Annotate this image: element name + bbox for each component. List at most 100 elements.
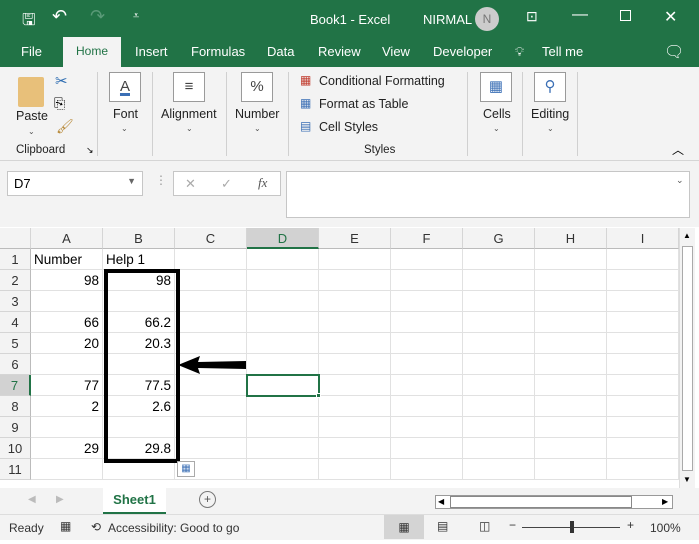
cell-G9[interactable] [463,417,535,438]
cell-H9[interactable] [535,417,607,438]
formula-input[interactable] [286,171,690,218]
user-name[interactable]: NIRMAL [423,12,472,27]
redo-icon[interactable]: ↷ [90,6,105,27]
cell-H1[interactable] [535,249,607,270]
cell-A7[interactable]: 77 [31,375,103,396]
cell-C3[interactable] [175,291,247,312]
cell-E7[interactable] [319,375,391,396]
cell-G6[interactable] [463,354,535,375]
scroll-thumb[interactable] [682,246,693,471]
search-icon[interactable]: ⚲ [534,72,566,102]
cell-H10[interactable] [535,438,607,459]
macro-record-icon[interactable]: ▦ [60,519,71,533]
name-box[interactable]: D7 ▼ [7,171,143,196]
expand-formula-bar-icon[interactable]: ⌄ [676,175,684,186]
column-header-A[interactable]: A [31,228,103,249]
maximize-icon[interactable] [620,10,631,21]
row-header-9[interactable]: 9 [0,417,31,438]
cell-B1[interactable]: Help 1 [103,249,175,270]
scroll-left-icon[interactable]: ◀ [438,497,444,506]
row-header-5[interactable]: 5 [0,333,31,354]
row-header-7[interactable]: 7 [0,375,31,396]
normal-view-icon[interactable]: ▦ [384,515,424,539]
cell-C10[interactable] [175,438,247,459]
cell-I1[interactable] [607,249,679,270]
font-icon[interactable]: A [109,72,141,102]
tell-me-search[interactable]: Tell me [542,44,583,59]
row-header-11[interactable]: 11 [0,459,31,480]
paste-icon[interactable] [18,77,44,107]
cell-F8[interactable] [391,396,463,417]
tab-formulas[interactable]: Formulas [191,44,245,59]
alignment-icon[interactable]: ≡ [173,72,205,102]
zoom-in-icon[interactable]: + [627,518,634,532]
cell-I11[interactable] [607,459,679,480]
cancel-icon[interactable]: ✕ [185,176,196,192]
cell-F1[interactable] [391,249,463,270]
scroll-up-icon[interactable]: ▲ [683,231,691,240]
copy-icon[interactable]: ⎘ [54,95,65,112]
avatar[interactable]: N [475,7,499,31]
tab-file[interactable]: File [21,44,42,59]
vertical-scrollbar[interactable]: ▲ ▼ [679,228,695,488]
sheet-tab-sheet1[interactable]: Sheet1 [103,488,166,514]
row-header-2[interactable]: 2 [0,270,31,291]
cell-C7[interactable] [175,375,247,396]
tab-developer[interactable]: Developer [433,44,492,59]
row-header-10[interactable]: 10 [0,438,31,459]
cell-D8[interactable] [247,396,319,417]
cell-G1[interactable] [463,249,535,270]
worksheet-grid[interactable]: A B C D E F G H I 1 Number Help 1 2 98 98 3 4 66 66.2 5 20 20… [0,228,679,488]
cell-I10[interactable] [607,438,679,459]
prev-sheet-icon[interactable]: ◀ [28,494,36,505]
chevron-down-icon[interactable]: ▼ [127,176,136,186]
cell-F11[interactable] [391,459,463,480]
scroll-right-icon[interactable]: ▶ [662,497,668,506]
cell-D11[interactable] [247,459,319,480]
cell-I9[interactable] [607,417,679,438]
cell-C4[interactable] [175,312,247,333]
cell-G3[interactable] [463,291,535,312]
cell-G10[interactable] [463,438,535,459]
tab-home[interactable]: Home [63,37,121,67]
cell-H4[interactable] [535,312,607,333]
cell-E5[interactable] [319,333,391,354]
cut-icon[interactable]: ✂ [55,72,68,90]
cell-F4[interactable] [391,312,463,333]
cell-C2[interactable] [175,270,247,291]
column-header-C[interactable]: C [175,228,247,249]
cell-I3[interactable] [607,291,679,312]
cell-F5[interactable] [391,333,463,354]
cell-A8[interactable]: 2 [31,396,103,417]
cell-H6[interactable] [535,354,607,375]
cell-C5[interactable] [175,333,247,354]
cell-G2[interactable] [463,270,535,291]
insert-function-icon[interactable]: fx [258,175,267,191]
next-sheet-icon[interactable]: ▶ [56,494,64,505]
cell-G8[interactable] [463,396,535,417]
column-header-H[interactable]: H [535,228,607,249]
row-header-6[interactable]: 6 [0,354,31,375]
cell-E2[interactable] [319,270,391,291]
cell-D2[interactable] [247,270,319,291]
conditional-formatting-button[interactable]: Conditional Formatting [319,74,445,88]
cell-E11[interactable] [319,459,391,480]
cell-C1[interactable] [175,249,247,270]
cell-H5[interactable] [535,333,607,354]
cell-E6[interactable] [319,354,391,375]
collapse-ribbon-icon[interactable]: ︿ [672,141,684,158]
cells-icon[interactable]: ▦ [480,72,512,102]
cell-H7[interactable] [535,375,607,396]
cell-H11[interactable] [535,459,607,480]
editing-button[interactable]: Editing [531,107,569,121]
row-header-3[interactable]: 3 [0,291,31,312]
column-header-B[interactable]: B [103,228,175,249]
zoom-out-icon[interactable]: − [509,518,516,532]
cell-A4[interactable]: 66 [31,312,103,333]
format-as-table-button[interactable]: Format as Table [319,97,408,111]
close-icon[interactable]: ✕ [664,7,677,27]
cell-I8[interactable] [607,396,679,417]
customize-qat-icon[interactable]: ⩡ [133,10,139,23]
cell-D4[interactable] [247,312,319,333]
cell-E4[interactable] [319,312,391,333]
